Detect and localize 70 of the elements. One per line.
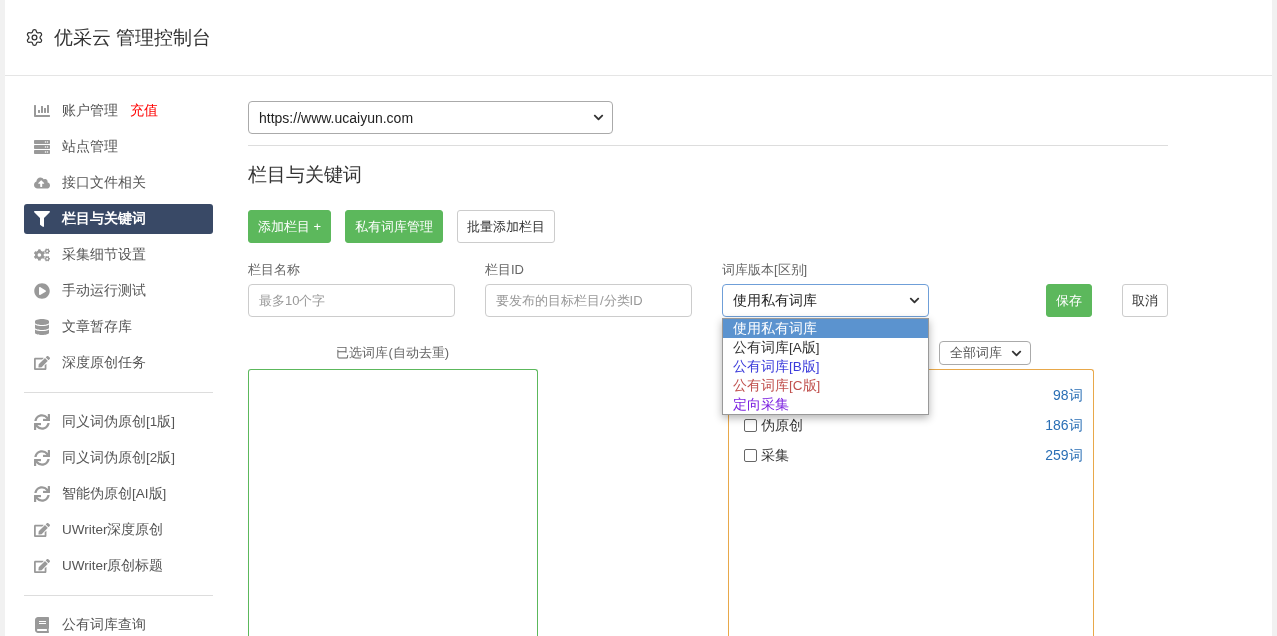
sidebar-item-label: 账户管理 [62,102,118,120]
sidebar-item[interactable]: UWriter原创标题 [24,551,213,581]
app-title: 优采云 管理控制台 [54,25,212,50]
sidebar-item-label: 文章暂存库 [62,318,132,336]
field-label: 词库版本[区别] [722,261,809,279]
refresh-icon [34,486,50,502]
sidebar-item[interactable]: 手动运行测试 [24,276,213,306]
word-count: 259词 [1045,446,1083,465]
chevron-down-icon [909,295,920,306]
play-icon [34,283,50,299]
sidebar-item-label: 手动运行测试 [62,282,146,300]
sidebar-item[interactable]: 公有词库查询 [24,610,213,636]
add-button[interactable]: 批量添加栏目 [457,210,556,243]
sidebar-item-label: UWriter深度原创 [62,521,164,539]
gears-icon [34,247,50,263]
database-icon [34,319,50,335]
book-icon [34,617,50,633]
cloud-upload-icon [34,175,50,191]
sidebar-item-label: 智能伪原创[AI版] [62,485,167,503]
panel-title: 已选词库(自动去重) [336,344,450,362]
sidebar-item-label: 同义词伪原创[2版] [62,449,175,467]
sidebar-item[interactable]: 同义词伪原创[2版] [24,443,213,473]
sidebar-item[interactable]: UWriter深度原创 [24,515,213,545]
recharge-link[interactable]: 充值 [130,102,158,120]
sidebar-item[interactable]: 账户管理 充值 [24,96,213,126]
id-input[interactable]: 要发布的目标栏目/分类ID [485,284,692,317]
checkbox[interactable] [743,419,757,432]
dropdown-option[interactable]: 公有词库[A版] [723,338,928,357]
bar-chart-icon [34,103,50,119]
edit-icon [34,522,50,538]
dropdown-option[interactable]: 公有词库[B版] [723,357,928,376]
refresh-icon [34,450,50,466]
dropdown-option[interactable]: 公有词库[C版] [723,376,928,395]
sidebar-item[interactable]: 接口文件相关 [24,168,213,198]
sidebar-item-label: 站点管理 [62,138,118,156]
library-filter-select[interactable]: 全部词库 [939,341,1031,365]
sidebar-item[interactable]: 文章暂存库 [24,312,213,342]
sidebar-item[interactable]: 智能伪原创[AI版] [24,479,213,509]
dropdown-option[interactable]: 定向采集 [723,395,928,414]
settings-icon [25,28,44,47]
sidebar-item-label: UWriter原创标题 [62,557,164,575]
chevron-down-icon [593,112,604,123]
sidebar-item[interactable]: 站点管理 [24,132,213,162]
field-label: 栏目ID [485,261,525,279]
checkbox[interactable] [743,449,757,462]
sidebar-item[interactable]: 深度原创任务 [24,348,213,378]
sidebar-item-label: 深度原创任务 [62,354,146,372]
section-title: 栏目与关键词 [248,163,363,187]
name-input[interactable]: 最多10个字 [248,284,455,317]
sidebar-item[interactable]: 同义词伪原创[1版] [24,407,213,437]
sidebar-item-label: 栏目与关键词 [62,210,146,228]
sidebar-item-label: 接口文件相关 [62,174,146,192]
word-count: 186词 [1045,416,1083,435]
edit-icon [34,355,50,371]
sidebar-item[interactable]: 采集细节设置 [24,240,213,270]
refresh-icon [34,414,50,430]
edit-icon [34,558,50,574]
sidebar-item-label: 采集细节设置 [62,246,146,264]
filter-icon [34,211,50,227]
sidebar-item[interactable]: 栏目与关键词 [24,204,213,234]
version-select[interactable]: 使用私有词库 [722,284,929,317]
sidebar-item-label: 同义词伪原创[1版] [62,413,175,431]
sidebar-item-label: 公有词库查询 [62,616,146,634]
site-select[interactable]: https://www.ucaiyun.com [248,101,613,134]
server-icon [34,139,50,155]
cancel-button[interactable]: 取消 [1122,284,1168,317]
library-name: 伪原创 [760,416,803,435]
word-count: 98词 [1053,386,1083,405]
field-label: 栏目名称 [248,261,301,279]
library-name: 采集 [760,446,789,465]
